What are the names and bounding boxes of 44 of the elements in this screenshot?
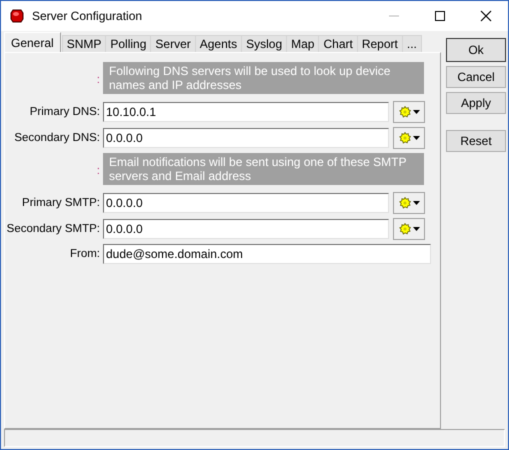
gear-icon: [398, 106, 410, 118]
dropdown-arrow-icon: [412, 110, 420, 114]
dialog-button[interactable]: Apply: [446, 92, 506, 114]
field-label: Primary SMTP:: [22, 197, 100, 210]
tab[interactable]: Agents: [194, 35, 242, 52]
dropdown-arrow-icon: [412, 201, 420, 206]
close-icon[interactable]: [480, 10, 492, 22]
app-icon: [9, 9, 25, 24]
field-label: Primary DNS:: [30, 106, 100, 118]
picker-button[interactable]: [393, 218, 425, 240]
picker-button[interactable]: [393, 127, 425, 150]
picker-button[interactable]: [393, 101, 425, 124]
tab[interactable]: SNMP: [62, 35, 106, 52]
tab[interactable]: Syslog: [241, 35, 288, 52]
picker-button[interactable]: [393, 192, 425, 214]
input-field[interactable]: dude@some.domain.com: [103, 244, 431, 264]
tab[interactable]: Server: [150, 35, 196, 52]
gear-icon: [398, 223, 410, 236]
info-note: Following DNS servers will be used to look up device names and IP addresses: [103, 62, 424, 94]
dialog-button[interactable]: Reset: [446, 130, 506, 152]
tab[interactable]: Chart: [318, 35, 358, 52]
dialog-button[interactable]: Cancel: [446, 66, 506, 88]
input-field[interactable]: 10.10.0.1: [103, 102, 389, 122]
tab[interactable]: Polling: [105, 35, 152, 52]
gear-icon: [398, 132, 410, 144]
dropdown-arrow-icon: [412, 227, 420, 232]
gear-icon: [398, 197, 410, 210]
input-field[interactable]: 0.0.0.0: [103, 193, 389, 214]
tab[interactable]: ...: [402, 35, 422, 52]
input-field[interactable]: 0.0.0.0: [103, 219, 389, 240]
dropdown-arrow-icon: [412, 136, 420, 140]
field-label: Secondary DNS:: [14, 132, 100, 144]
marker-text: :: [96, 164, 100, 177]
tab[interactable]: Report: [356, 35, 403, 52]
field-label: From:: [70, 248, 100, 260]
info-note: Email notifications will be sent using one of these SMTP servers and Email address: [103, 153, 424, 186]
tab[interactable]: Map: [286, 35, 320, 52]
field-label: Secondary SMTP:: [6, 223, 100, 236]
maximize-icon[interactable]: [434, 10, 446, 22]
window-title: Server Configuration: [32, 9, 144, 24]
input-field[interactable]: 0.0.0.0: [103, 128, 389, 148]
marker-text: :: [96, 74, 100, 86]
dialog-button[interactable]: Ok: [446, 38, 506, 62]
tab[interactable]: General: [4, 32, 61, 52]
